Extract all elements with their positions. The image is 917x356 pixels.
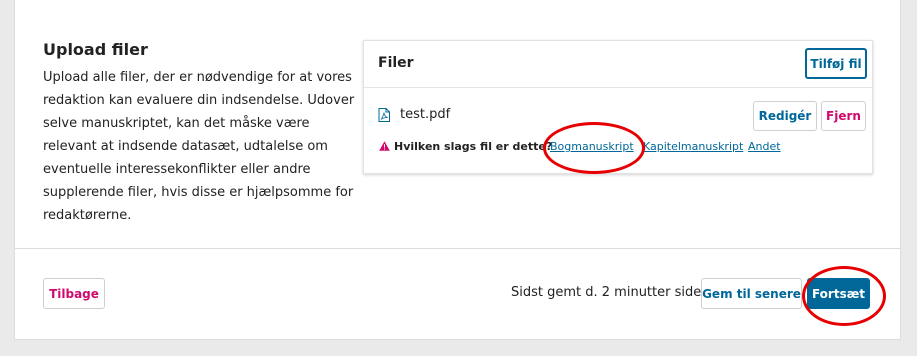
warning-icon [379, 141, 390, 151]
files-panel: Filer Tilføj fil test.pdf Redigér Fjern … [363, 40, 873, 174]
continue-button[interactable]: Fortsæt [807, 278, 870, 309]
files-panel-header: Filer Tilføj fil [364, 41, 872, 88]
file-name[interactable]: test.pdf [400, 107, 450, 122]
file-type-question: Hvilken slags fil er dette? [394, 140, 553, 153]
remove-file-button[interactable]: Fjern [821, 101, 866, 131]
upload-files-step: Upload filer Upload alle filer, der er n… [14, 0, 901, 340]
edit-file-button[interactable]: Redigér [753, 101, 817, 131]
footer-divider [15, 248, 900, 249]
file-type-option-chapter-manuscript[interactable]: Kapitelmanuskript [643, 140, 743, 153]
section-description: Upload alle filer, der er nødvendige for… [43, 70, 355, 223]
save-for-later-button[interactable]: Gem til senere [701, 278, 802, 309]
back-button[interactable]: Tilbage [43, 278, 105, 309]
section-title: Upload filer [43, 40, 148, 59]
file-type-option-book-manuscript[interactable]: Bogmanuskript [550, 140, 634, 153]
add-file-button[interactable]: Tilføj fil [805, 48, 867, 79]
pdf-file-icon [378, 108, 390, 122]
file-type-option-other[interactable]: Andet [748, 140, 781, 153]
files-panel-title: Filer [378, 55, 414, 71]
save-status: Sidst gemt d. 2 minutter siden [511, 285, 710, 300]
